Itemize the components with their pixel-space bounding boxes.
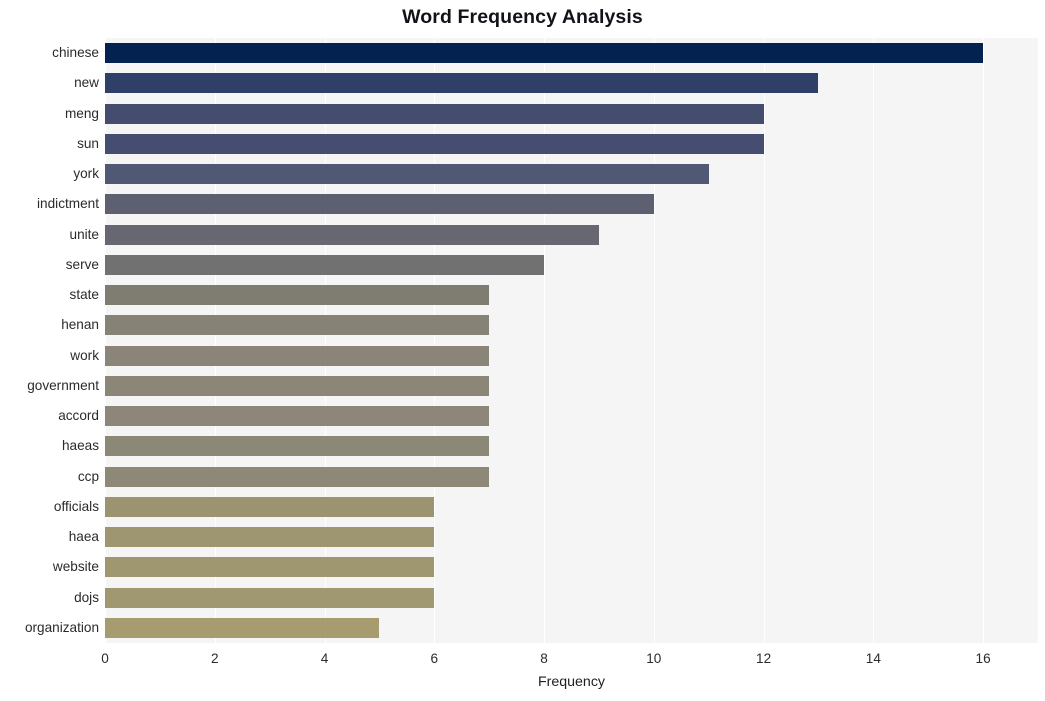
x-tick-label: 10 xyxy=(646,651,662,666)
y-tick-label: dojs xyxy=(74,589,99,605)
x-tick-label: 6 xyxy=(430,651,439,666)
bar xyxy=(105,557,435,578)
y-tick-label: new xyxy=(74,75,99,91)
y-tick-label: york xyxy=(73,166,99,182)
chart-figure: Word Frequency Analysis chinese new meng su… xyxy=(0,0,1045,701)
bar xyxy=(105,496,435,517)
y-tick-label: serve xyxy=(65,256,99,272)
y-tick-label: website xyxy=(52,559,99,575)
bar xyxy=(105,103,764,124)
bar xyxy=(105,224,599,245)
y-tick-label: meng xyxy=(64,105,99,121)
bar xyxy=(105,315,490,336)
y-tick-label: officials xyxy=(53,498,99,514)
chart-title: Word Frequency Analysis xyxy=(402,6,643,28)
y-tick-label: government xyxy=(27,377,99,393)
y-tick-label: henan xyxy=(61,317,99,333)
bar xyxy=(105,164,709,185)
x-tick-label: 0 xyxy=(101,651,109,666)
y-tick-label: haeas xyxy=(61,438,99,454)
x-tick-label: 2 xyxy=(210,651,219,666)
bar xyxy=(105,73,819,94)
bar xyxy=(105,587,435,608)
y-tick-label: indictment xyxy=(37,196,99,212)
bar xyxy=(105,133,764,154)
bar xyxy=(105,285,490,306)
y-tick-label: organization xyxy=(24,619,99,635)
y-tick-label: state xyxy=(69,287,99,303)
bar xyxy=(105,466,490,487)
y-tick-label: chinese xyxy=(52,45,99,61)
plot-area xyxy=(105,38,1038,643)
bar xyxy=(105,617,380,638)
y-tick-label: work xyxy=(70,347,99,363)
bar xyxy=(105,375,490,396)
bar xyxy=(105,436,490,457)
bar xyxy=(105,406,490,427)
x-tick-label: 12 xyxy=(756,651,772,666)
bar xyxy=(105,345,490,366)
x-axis: 0 2 4 6 8 10 12 14 16 xyxy=(101,643,1038,673)
y-axis: chinese new meng sun york indictment unite serv… xyxy=(0,38,99,643)
x-tick-label: 14 xyxy=(865,651,881,666)
bar xyxy=(105,43,984,64)
y-tick-label: unite xyxy=(69,226,99,242)
y-tick-label: sun xyxy=(77,135,99,151)
y-tick-label: haea xyxy=(68,529,99,545)
bar xyxy=(105,527,435,548)
bar xyxy=(105,254,545,275)
x-axis-label: Frequency xyxy=(537,674,606,690)
x-tick-label: 16 xyxy=(975,651,991,666)
x-tick-label: 4 xyxy=(320,651,329,666)
x-tick-label: 8 xyxy=(540,651,548,666)
y-tick-label: ccp xyxy=(77,468,99,484)
y-tick-label: accord xyxy=(58,408,99,424)
bars-layer xyxy=(105,38,1038,643)
bar xyxy=(105,194,654,215)
